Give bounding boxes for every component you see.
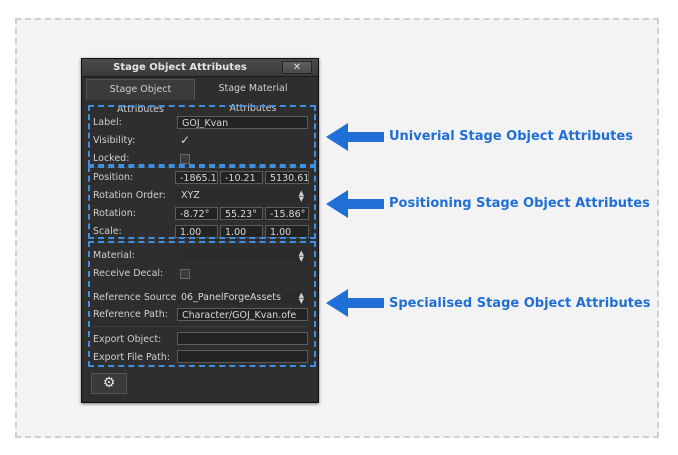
arrow-left-icon xyxy=(326,123,384,151)
arrow-left-icon xyxy=(326,190,384,218)
tab-stage-object-attributes[interactable]: Stage Object Attributes xyxy=(86,79,195,115)
title-bar[interactable]: Stage Object Attributes ✕ xyxy=(82,59,318,77)
universal-annotation: Univerial Stage Object Attributes xyxy=(389,129,633,144)
close-button[interactable]: ✕ xyxy=(282,61,312,74)
specialised-highlight-box xyxy=(88,241,316,367)
window-title: Stage Object Attributes xyxy=(113,62,247,73)
tab-stage-material-attributes[interactable]: Stage Material Attributes xyxy=(197,79,309,114)
positioning-annotation: Positioning Stage Object Attributes xyxy=(389,196,650,211)
gear-icon: ⚙ xyxy=(102,375,116,391)
arrow-left-icon xyxy=(326,289,384,317)
settings-button[interactable]: ⚙ xyxy=(91,373,127,394)
tab-bar: Stage Object Attributes Stage Material A… xyxy=(86,79,314,115)
positioning-highlight-box xyxy=(88,166,316,239)
universal-highlight-box xyxy=(88,105,316,166)
specialised-annotation: Specialised Stage Object Attributes xyxy=(389,296,651,311)
